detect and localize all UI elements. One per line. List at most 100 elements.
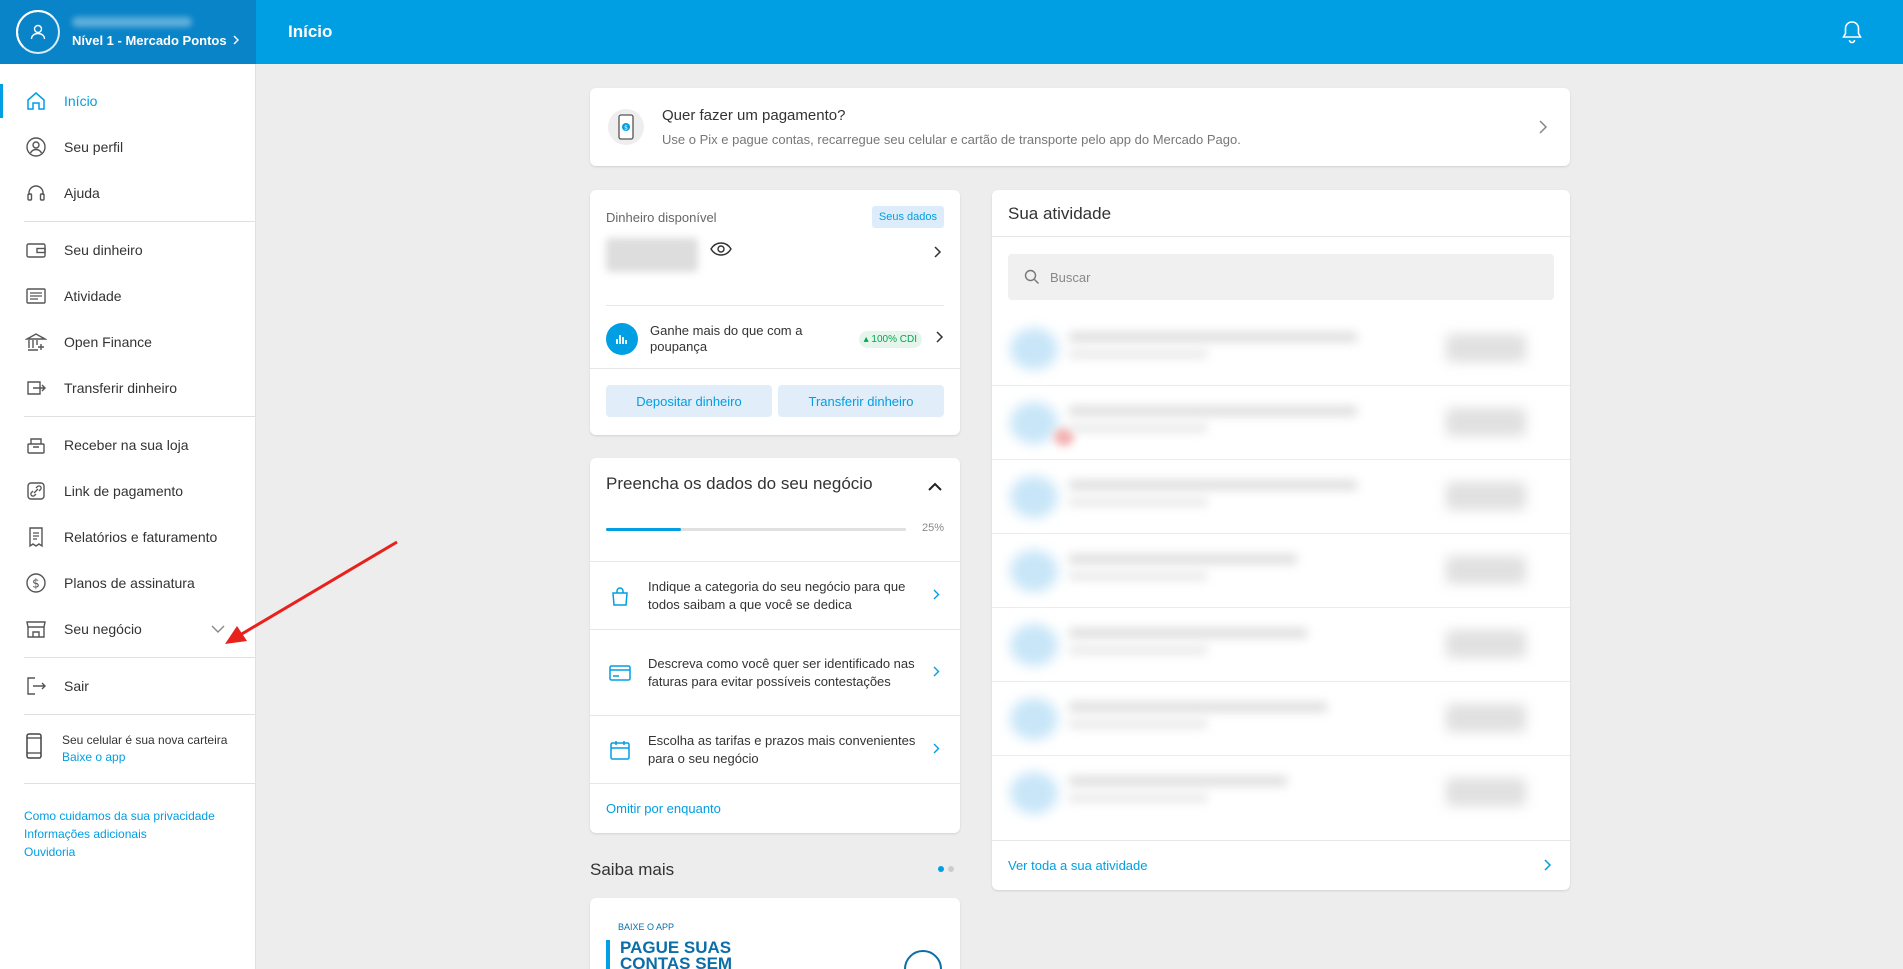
avatar[interactable] <box>16 10 60 54</box>
privacy-link[interactable]: Como cuidamos da sua privacidade <box>24 807 255 825</box>
progress-fill <box>606 528 681 531</box>
sidebar-item-seu-dinheiro[interactable]: Seu dinheiro <box>0 227 255 273</box>
activity-search[interactable] <box>1008 254 1554 300</box>
svg-text:$: $ <box>32 577 40 591</box>
divider <box>992 236 1570 237</box>
bell-icon <box>1842 21 1862 44</box>
sidebar-item-label: Receber na sua loja <box>64 437 189 453</box>
sidebar-item-receber-loja[interactable]: Receber na sua loja <box>0 422 255 468</box>
transfer-icon <box>24 376 48 400</box>
chevron-right-icon <box>936 330 944 348</box>
activity-row[interactable] <box>992 386 1570 460</box>
transfer-button[interactable]: Transferir dinheiro <box>778 385 944 417</box>
learn-more-card[interactable]: BAIXE O APP PAGUE SUAS CONTAS SEM <box>590 898 960 969</box>
chart-bars-icon <box>606 323 638 355</box>
sidebar-divider <box>24 783 256 784</box>
balance-label: Dinheiro disponível <box>606 210 717 225</box>
skip-link[interactable]: Omitir por enquanto <box>606 801 721 816</box>
sidebar-item-label: Atividade <box>64 288 122 304</box>
sidebar-item-label: Seu perfil <box>64 139 124 155</box>
notifications-button[interactable] <box>1841 20 1863 49</box>
payment-card-title: Quer fazer um pagamento? <box>662 107 846 124</box>
link-icon <box>24 479 48 503</box>
sidebar-item-seu-perfil[interactable]: Seu perfil <box>0 124 255 170</box>
progress-bar <box>606 528 906 531</box>
calendar-icon <box>606 736 634 764</box>
sidebar-item-label: Planos de assinatura <box>64 575 195 591</box>
balance-amount-redacted <box>606 238 698 272</box>
download-app-link[interactable]: Baixe o app <box>62 748 227 766</box>
activity-icon <box>24 284 48 308</box>
shopping-bag-icon <box>606 582 634 610</box>
search-input[interactable] <box>1050 269 1450 285</box>
chevron-right-icon <box>1539 120 1548 139</box>
payment-card[interactable]: $ Quer fazer um pagamento? Use o Pix e p… <box>590 88 1570 166</box>
sidebar: Início Seu perfil Ajuda Seu dinheiro Ati… <box>0 64 256 969</box>
learn-more-headline: PAGUE SUAS CONTAS SEM <box>606 939 766 969</box>
business-step-invoice[interactable]: Descreva como você quer ser identificado… <box>590 629 960 715</box>
business-step-fees[interactable]: Escolha as tarifas e prazos mais conveni… <box>590 715 960 783</box>
cdi-badge-label: 100% CDI <box>871 333 917 345</box>
user-level[interactable]: Nível 1 - Mercado Pontos <box>72 33 240 48</box>
business-setup-card: Preencha os dados do seu negócio 25% Ind… <box>590 458 960 833</box>
sidebar-item-open-finance[interactable]: Open Finance <box>0 319 255 365</box>
divider <box>606 305 944 306</box>
sidebar-item-ajuda[interactable]: Ajuda <box>0 170 255 216</box>
wallet-icon <box>24 238 48 262</box>
your-data-badge[interactable]: Seus dados <box>871 206 944 228</box>
headset-icon <box>24 181 48 205</box>
business-step-category[interactable]: Indique a categoria do seu negócio para … <box>590 561 960 629</box>
carousel-dot[interactable] <box>948 866 954 872</box>
sidebar-item-transferir[interactable]: Transferir dinheiro <box>0 365 255 411</box>
activity-row[interactable] <box>992 534 1570 608</box>
page-title: Início <box>288 22 333 41</box>
ombudsman-link[interactable]: Ouvidoria <box>24 843 255 861</box>
sidebar-item-link-pagamento[interactable]: Link de pagamento <box>0 468 255 514</box>
eye-icon[interactable] <box>710 242 732 261</box>
chevron-right-icon <box>933 664 940 682</box>
chevron-right-icon <box>1544 859 1552 874</box>
learn-more-tag: BAIXE O APP <box>618 922 675 932</box>
business-step-text: Descreva como você quer ser identificado… <box>648 655 915 689</box>
app-promo: Seu celular é sua nova carteira Baixe o … <box>0 720 255 778</box>
sidebar-item-label: Seu dinheiro <box>64 242 143 258</box>
info-link[interactable]: Informações adicionais <box>24 825 255 843</box>
bank-icon <box>24 330 48 354</box>
chevron-up-icon[interactable] <box>928 478 942 496</box>
activity-row[interactable] <box>992 682 1570 756</box>
promo-title: Seu celular é sua nova carteira <box>62 733 228 747</box>
activity-row[interactable] <box>992 608 1570 682</box>
store-icon <box>24 617 48 641</box>
activity-row[interactable] <box>992 756 1570 830</box>
divider <box>590 368 960 369</box>
see-all-activity-link[interactable]: Ver toda a sua atividade <box>992 840 1570 890</box>
user-menu[interactable]: Nível 1 - Mercado Pontos <box>0 0 256 64</box>
activity-row[interactable] <box>992 312 1570 386</box>
see-all-activity-label: Ver toda a sua atividade <box>1008 858 1148 873</box>
phone-payment-icon: $ <box>608 109 644 145</box>
yield-row[interactable]: Ganhe mais do que com a poupança ▴ 100% … <box>606 322 944 356</box>
carousel-dot[interactable] <box>938 866 944 872</box>
sidebar-item-label: Sair <box>64 678 89 694</box>
chevron-right-icon[interactable] <box>934 245 942 263</box>
sidebar-divider <box>24 416 256 417</box>
cdi-badge: ▴ 100% CDI <box>858 330 922 348</box>
sidebar-item-inicio[interactable]: Início <box>0 78 255 124</box>
learn-more-title: Saiba mais <box>590 860 675 879</box>
sidebar-item-atividade[interactable]: Atividade <box>0 273 255 319</box>
footer-links: Como cuidamos da sua privacidade Informa… <box>0 789 255 861</box>
deposit-button[interactable]: Depositar dinheiro <box>606 385 772 417</box>
user-name-redacted <box>72 16 192 27</box>
top-header: Nível 1 - Mercado Pontos Início <box>0 0 1903 64</box>
sidebar-divider <box>24 221 256 222</box>
clock-icon <box>904 950 942 969</box>
progress-label: 25% <box>921 522 944 534</box>
business-step-text: Indique a categoria do seu negócio para … <box>648 578 906 612</box>
card-icon <box>606 659 634 687</box>
business-step-text: Escolha as tarifas e prazos mais conveni… <box>648 732 916 766</box>
sidebar-item-sair[interactable]: Sair <box>0 663 255 709</box>
yield-text: Ganhe mais do que com a poupança <box>650 323 803 354</box>
activity-row[interactable] <box>992 460 1570 534</box>
profile-icon <box>24 135 48 159</box>
sidebar-item-label: Open Finance <box>64 334 152 350</box>
